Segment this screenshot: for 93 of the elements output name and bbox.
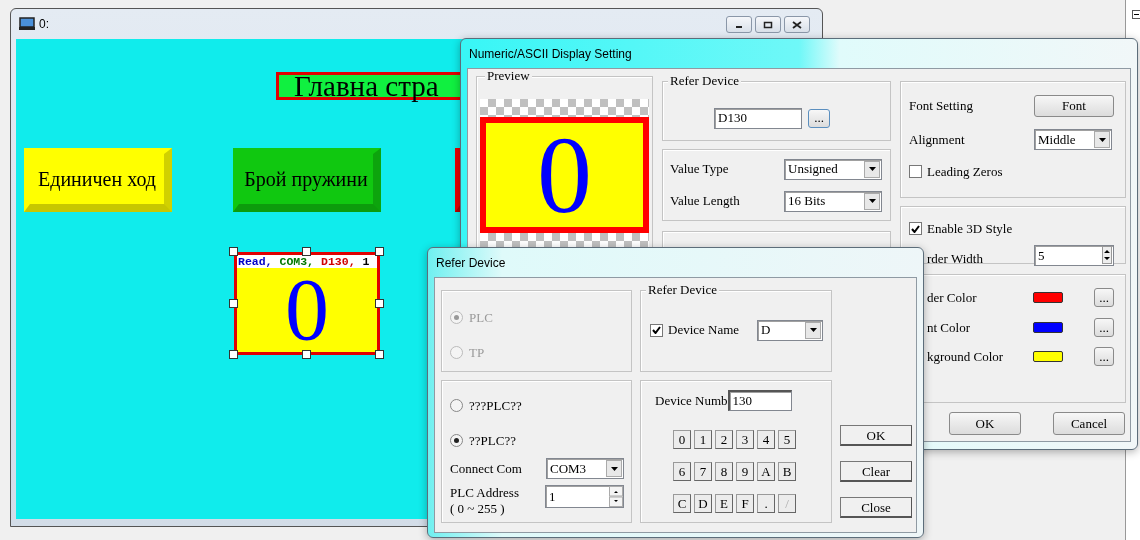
resize-handle[interactable] bbox=[229, 298, 238, 308]
keypad-key[interactable]: F bbox=[736, 494, 754, 513]
maximize-button[interactable] bbox=[755, 16, 781, 33]
radio-label: ???PLC?? bbox=[469, 397, 522, 415]
field-label: Value Length bbox=[670, 192, 740, 211]
dropdown[interactable]: COM3 bbox=[546, 458, 624, 479]
keypad-key[interactable]: 7 bbox=[694, 462, 712, 481]
font-button[interactable]: Font bbox=[1034, 95, 1114, 117]
device-field[interactable]: D130 bbox=[714, 107, 802, 129]
device-tag: Read, COM3, D130, 1 bbox=[237, 255, 377, 268]
group-label: Preview bbox=[485, 69, 532, 82]
maximize-icon bbox=[763, 20, 773, 29]
display-value: 0 bbox=[285, 268, 329, 352]
checkbox[interactable] bbox=[650, 323, 663, 337]
field-label: PLC Address bbox=[450, 485, 519, 501]
caret-icon bbox=[1098, 137, 1106, 142]
keypad-key[interactable]: B bbox=[778, 462, 796, 481]
range-hint: ( 0 ~ 255 ) bbox=[450, 501, 506, 517]
field-label: Value Type bbox=[670, 160, 729, 179]
dialog-button[interactable]: OK bbox=[840, 425, 912, 446]
check-icon bbox=[911, 224, 920, 233]
dropdown[interactable]: 16 Bits bbox=[784, 190, 882, 212]
radio-label: PLC bbox=[469, 309, 493, 327]
resize-handle[interactable] bbox=[229, 350, 238, 359]
keypad-key[interactable]: 2 bbox=[715, 430, 733, 449]
spin-field[interactable]: 1 bbox=[545, 485, 624, 508]
keypad-key[interactable]: . bbox=[757, 494, 775, 513]
browse-button[interactable]: ... bbox=[808, 108, 830, 128]
keypad-key[interactable]: 8 bbox=[715, 462, 733, 481]
keypad-key[interactable]: 4 bbox=[757, 430, 775, 449]
close-icon bbox=[792, 20, 802, 29]
radio-label: ??PLC?? bbox=[469, 431, 516, 450]
field-label: nt Color bbox=[927, 318, 970, 337]
dialog-button[interactable]: Cancel bbox=[1053, 412, 1125, 435]
dropdown[interactable]: Middle bbox=[1034, 129, 1112, 150]
color-picker-button[interactable]: ... bbox=[1094, 347, 1114, 367]
field-label: kground Color bbox=[927, 348, 1004, 366]
keypad-key[interactable]: 6 bbox=[673, 462, 691, 481]
radio-button[interactable] bbox=[450, 399, 463, 413]
field-label: Alignment bbox=[909, 130, 965, 149]
keypad-key[interactable]: 5 bbox=[778, 430, 796, 449]
field-label: rder Width bbox=[926, 249, 983, 268]
keypad-key[interactable]: 9 bbox=[736, 462, 754, 481]
caret-icon bbox=[809, 328, 817, 332]
keypad-key[interactable]: 1 bbox=[694, 430, 712, 449]
keypad-key[interactable]: C bbox=[673, 494, 691, 513]
collapse-icon[interactable] bbox=[1132, 10, 1140, 19]
caret-icon bbox=[868, 167, 876, 171]
resize-handle[interactable] bbox=[229, 247, 238, 256]
caret-icon bbox=[610, 466, 618, 471]
color-picker-button[interactable]: ... bbox=[1094, 288, 1114, 308]
dialog-button[interactable]: Close bbox=[840, 497, 912, 518]
resize-handle[interactable] bbox=[302, 247, 311, 256]
checkbox-label: Enable 3D Style bbox=[927, 220, 1013, 238]
resize-handle[interactable] bbox=[302, 350, 311, 359]
field-label: Device Numb bbox=[655, 391, 728, 410]
keypad-key[interactable]: E bbox=[715, 494, 733, 513]
color-picker-button[interactable]: ... bbox=[1094, 317, 1114, 337]
close-button[interactable] bbox=[784, 16, 810, 33]
checkbox-label: Leading Zeros bbox=[927, 163, 1003, 181]
monitor-icon bbox=[19, 17, 35, 31]
field-label: der Color bbox=[927, 289, 977, 307]
device-number-field[interactable]: 130 bbox=[727, 390, 792, 411]
dropdown[interactable]: Unsigned bbox=[784, 158, 882, 180]
radio-button[interactable] bbox=[450, 433, 463, 447]
field-label: Font Setting bbox=[909, 97, 973, 116]
check-icon bbox=[652, 326, 661, 334]
resize-handle[interactable] bbox=[375, 298, 384, 308]
dialog-button[interactable]: OK bbox=[949, 412, 1021, 435]
dialog-title: Numeric/ASCII Display Setting bbox=[469, 45, 632, 63]
keypad-key[interactable]: 3 bbox=[736, 430, 754, 449]
checkbox[interactable] bbox=[909, 165, 922, 179]
field-label: Connect Com bbox=[450, 459, 522, 478]
keypad-key[interactable]: 0 bbox=[673, 430, 691, 449]
dialog-title: Refer Device bbox=[436, 254, 506, 272]
resize-handle[interactable] bbox=[375, 247, 384, 256]
checkbox[interactable] bbox=[909, 222, 922, 236]
spin-field[interactable]: 5 bbox=[1034, 244, 1114, 266]
radio-label: TP bbox=[469, 343, 485, 362]
group-label: Refer Device bbox=[646, 283, 719, 296]
keypad-key[interactable]: A bbox=[757, 462, 775, 481]
hmi-button[interactable]: Единичен ход bbox=[24, 148, 172, 212]
spin-arrows-icon[interactable] bbox=[1102, 246, 1112, 265]
caret-icon bbox=[868, 199, 876, 203]
window-title: 0: bbox=[39, 16, 49, 33]
dropdown[interactable]: D bbox=[757, 319, 824, 341]
hmi-button[interactable]: Брой пружини bbox=[233, 148, 381, 212]
checkbox-label: Device Name bbox=[668, 321, 740, 340]
keypad-key[interactable]: D bbox=[694, 494, 712, 513]
dialog-button[interactable]: Clear bbox=[840, 461, 912, 482]
resize-handle[interactable] bbox=[375, 350, 384, 359]
minimize-button[interactable] bbox=[726, 16, 752, 33]
group-label: Refer Device bbox=[668, 74, 741, 87]
